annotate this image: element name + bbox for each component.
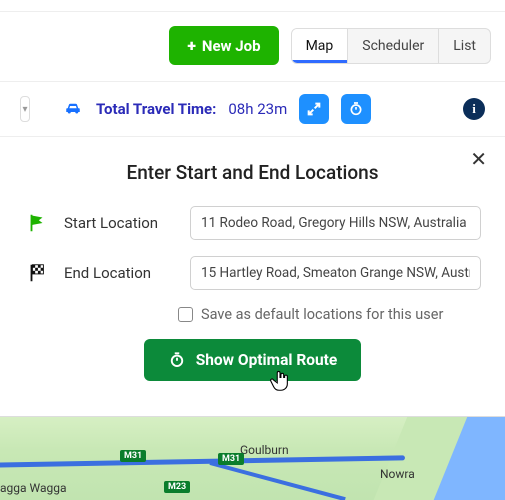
close-icon[interactable]: ✕: [470, 147, 487, 171]
tab-map[interactable]: Map: [292, 29, 348, 63]
map-label-nowra: Nowra: [380, 467, 415, 481]
start-flag-icon: [24, 212, 50, 234]
total-travel-time-label: Total Travel Time:: [96, 100, 216, 118]
timer-button[interactable]: [341, 94, 371, 124]
info-icon[interactable]: i: [463, 98, 485, 120]
toolbar: + New Job Map Scheduler List: [0, 12, 505, 82]
total-travel-time-value: 08h 23m: [228, 100, 287, 118]
expand-button[interactable]: [299, 94, 329, 124]
cursor-hand-icon: [269, 369, 291, 395]
show-optimal-route-button[interactable]: Show Optimal Route: [144, 339, 362, 381]
end-flag-icon: [24, 262, 50, 284]
locations-panel: ✕ Enter Start and End Locations Start Lo…: [0, 137, 505, 391]
car-icon: [62, 100, 84, 118]
map-label-wagga: agga Wagga: [0, 481, 67, 495]
new-job-label: New Job: [202, 37, 261, 55]
view-tabs: Map Scheduler List: [291, 28, 491, 64]
map-preview[interactable]: Goulburn Nowra agga Wagga M31 M31 M23: [0, 416, 505, 500]
end-location-label: End Location: [64, 264, 176, 282]
highway-shield-2: M31: [218, 453, 244, 465]
stopwatch-icon: [168, 351, 186, 369]
show-route-label: Show Optimal Route: [196, 351, 338, 369]
tab-list[interactable]: List: [438, 29, 490, 63]
highway-shield-3: M23: [164, 481, 190, 493]
end-location-input[interactable]: [190, 256, 481, 290]
plus-icon: +: [187, 36, 196, 55]
map-label-goulburn: Goulburn: [240, 443, 289, 457]
dropdown-chip[interactable]: ▾: [20, 96, 30, 122]
start-location-label: Start Location: [64, 214, 176, 232]
save-default-checkbox[interactable]: [178, 307, 193, 322]
save-default-label: Save as default locations for this user: [201, 306, 443, 323]
tab-scheduler[interactable]: Scheduler: [347, 29, 438, 63]
new-job-button[interactable]: + New Job: [169, 26, 278, 65]
panel-title: Enter Start and End Locations: [24, 161, 481, 184]
highway-shield-1: M31: [120, 450, 146, 462]
start-location-input[interactable]: [190, 206, 481, 240]
status-row: ▾ Total Travel Time: 08h 23m i: [0, 82, 505, 137]
